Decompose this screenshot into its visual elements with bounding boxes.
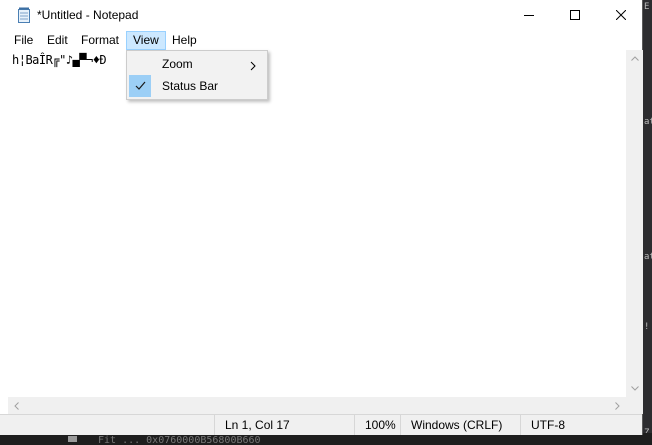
minimize-button[interactable] [506,0,552,31]
maximize-icon [570,7,580,25]
background-terminal-strip: E at at ! Z [643,0,652,445]
menu-item-zoom-label: Zoom [162,57,193,71]
check-icon [129,75,151,97]
terminal-text-fragment: ! [644,322,650,332]
status-zoom: 100% [354,415,400,435]
menu-edit[interactable]: Edit [41,31,74,50]
title-bar[interactable]: *Untitled - Notepad [0,0,642,31]
status-cursor-position: Ln 1, Col 17 [214,415,354,435]
scroll-left-icon[interactable] [8,397,25,414]
terminal-text-fragment: at [644,117,652,127]
menu-item-zoom[interactable]: Zoom [129,53,265,75]
chevron-right-icon [250,58,256,76]
menu-view[interactable]: View [126,31,166,50]
terminal-text-fragment: at [644,252,652,262]
close-button[interactable] [598,0,644,31]
terminal-bottom-text: Fit ... 0x0760000B56800B660 [98,435,261,445]
menu-file[interactable]: File [8,31,39,50]
maximize-button[interactable] [552,0,598,31]
vertical-scrollbar[interactable] [626,50,643,397]
background-chip [68,436,77,442]
scroll-up-icon[interactable] [626,50,643,67]
horizontal-scrollbar[interactable] [8,397,626,414]
menu-item-status-bar[interactable]: Status Bar [129,75,265,97]
status-bar: Ln 1, Col 17 100% Windows (CRLF) UTF-8 [0,414,642,435]
window-title: *Untitled - Notepad [37,8,139,22]
scroll-down-icon[interactable] [626,380,643,397]
text-editor[interactable]: h¦BaÎR╔"♪▄▀¬♦Ð [8,50,626,397]
menu-item-status-bar-label: Status Bar [162,79,219,93]
scrollbar-corner [626,397,643,414]
close-icon [615,7,627,25]
menu-help[interactable]: Help [166,31,203,50]
menu-bar: File Edit Format View Help [0,31,642,50]
terminal-text-fragment: E [644,2,650,12]
notepad-icon[interactable] [17,7,31,23]
editor-content[interactable]: h¦BaÎR╔"♪▄▀¬♦Ð [12,53,107,67]
menu-format[interactable]: Format [75,31,125,50]
scroll-right-icon[interactable] [609,397,626,414]
notepad-window: *Untitled - Notepad File Edit Format Vie… [0,0,643,435]
status-encoding: UTF-8 [520,415,642,435]
view-menu-dropdown: Zoom Status Bar [126,50,268,100]
status-line-ending: Windows (CRLF) [400,415,520,435]
minimize-icon [524,7,534,25]
